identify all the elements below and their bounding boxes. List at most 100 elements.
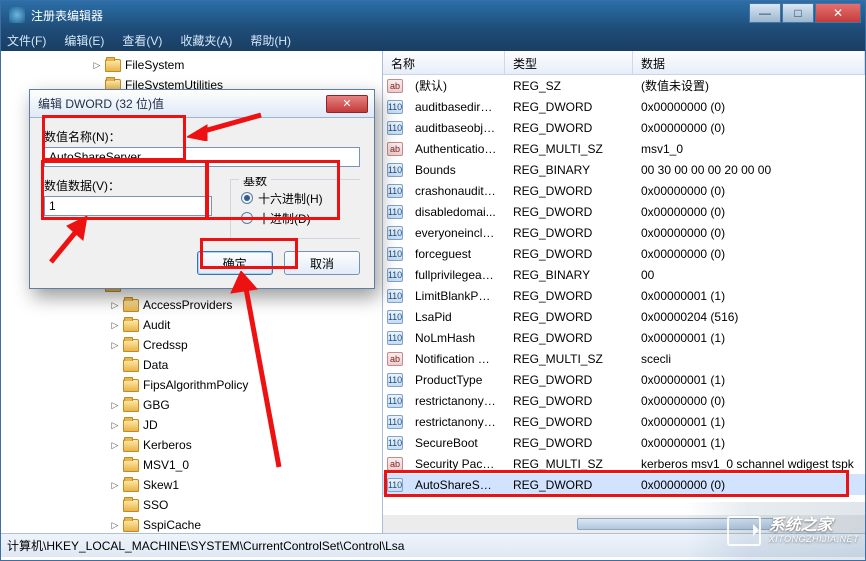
statusbar-path: 计算机\HKEY_LOCAL_MACHINE\SYSTEM\CurrentCon… xyxy=(7,537,404,554)
value-row[interactable]: 110restrictanonym...REG_DWORD0x00000000 … xyxy=(383,390,865,411)
watermark-text: 系统之家 XITONGZHIJIA.NET xyxy=(769,517,859,544)
value-data: 0x00000000 (0) xyxy=(633,247,865,261)
value-row[interactable]: 110fullprivilegeau...REG_BINARY00 xyxy=(383,264,865,285)
value-name: Security Packa... xyxy=(407,457,505,471)
tree-item[interactable]: ▷Credssp xyxy=(1,335,382,355)
value-type: REG_DWORD xyxy=(505,310,633,324)
radio-hex-label: 十六进制(H) xyxy=(258,190,323,207)
tree-expander-icon[interactable]: ▷ xyxy=(109,299,121,311)
dword-value-icon: 110 xyxy=(387,373,403,387)
value-row[interactable]: abSecurity Packa...REG_MULTI_SZkerberos … xyxy=(383,453,865,474)
tree-item[interactable]: MSV1_0 xyxy=(1,455,382,475)
value-row[interactable]: 110crashonauditfailREG_DWORD0x00000000 (… xyxy=(383,180,865,201)
col-type[interactable]: 类型 xyxy=(505,51,633,74)
dword-value-icon: 110 xyxy=(387,247,403,261)
values-header[interactable]: 名称 类型 数据 xyxy=(383,51,865,75)
dword-value-icon: 110 xyxy=(387,226,403,240)
value-data-field[interactable] xyxy=(44,196,212,216)
dword-value-icon: 110 xyxy=(387,415,403,429)
value-data: kerberos msv1_0 schannel wdigest tspk xyxy=(633,457,865,471)
value-name: restrictanonym... xyxy=(407,415,505,429)
value-row[interactable]: 110NoLmHashREG_DWORD0x00000001 (1) xyxy=(383,327,865,348)
cancel-button[interactable]: 取消 xyxy=(284,251,360,275)
value-row[interactable]: 110auditbaseobje...REG_DWORD0x00000000 (… xyxy=(383,117,865,138)
minimize-button[interactable]: — xyxy=(749,3,781,23)
titlebar[interactable]: 注册表编辑器 — □ ✕ xyxy=(1,1,865,29)
maximize-button[interactable]: □ xyxy=(782,3,814,23)
tree-expander-icon[interactable]: ▷ xyxy=(109,319,121,331)
value-row[interactable]: 110restrictanonym...REG_DWORD0x00000001 … xyxy=(383,411,865,432)
tree-item[interactable]: ▷FileSystem xyxy=(1,55,382,75)
tree-item[interactable]: FipsAlgorithmPolicy xyxy=(1,375,382,395)
folder-icon xyxy=(123,519,139,532)
values-pane: 名称 类型 数据 ab(默认)REG_SZ(数值未设置)110auditbase… xyxy=(383,51,865,533)
tree-expander-icon[interactable]: ▷ xyxy=(109,519,121,531)
tree-item[interactable]: ▷ JD xyxy=(1,415,382,435)
tree-item-label: SspiCache xyxy=(143,518,201,532)
value-row[interactable]: 110auditbasedirec...REG_DWORD0x00000000 … xyxy=(383,96,865,117)
value-row[interactable]: 110ProductTypeREG_DWORD0x00000001 (1) xyxy=(383,369,865,390)
value-data: 00 xyxy=(633,268,865,282)
value-row[interactable]: ab(默认)REG_SZ(数值未设置) xyxy=(383,75,865,96)
tree-item[interactable]: ▷GBG xyxy=(1,395,382,415)
radio-dec-dot xyxy=(241,212,253,224)
tree-expander-icon[interactable] xyxy=(109,379,121,391)
tree-item-label: Data xyxy=(143,358,168,372)
tree-item-label: JD xyxy=(143,418,158,432)
value-row[interactable]: 110SecureBootREG_DWORD0x00000001 (1) xyxy=(383,432,865,453)
dialog-close-button[interactable]: ✕ xyxy=(326,95,368,113)
tree-item[interactable]: ▷Skew1 xyxy=(1,475,382,495)
menu-help[interactable]: 帮助(H) xyxy=(250,32,291,49)
values-list[interactable]: ab(默认)REG_SZ(数值未设置)110auditbasedirec...R… xyxy=(383,75,865,515)
tree-expander-icon[interactable] xyxy=(109,459,121,471)
tree-expander-icon[interactable] xyxy=(109,359,121,371)
value-row[interactable]: 110BoundsREG_BINARY00 30 00 00 00 20 00 … xyxy=(383,159,865,180)
value-row[interactable]: abNotification Pa...REG_MULTI_SZscecli xyxy=(383,348,865,369)
tree-expander-icon[interactable] xyxy=(109,499,121,511)
value-name-field[interactable] xyxy=(44,147,360,167)
value-data: 0x00000000 (0) xyxy=(633,100,865,114)
tree-expander-icon[interactable]: ▷ xyxy=(91,59,103,71)
value-row[interactable]: 110everyoneinclud...REG_DWORD0x00000000 … xyxy=(383,222,865,243)
radio-hex[interactable]: 十六进制(H) xyxy=(241,188,351,208)
close-button[interactable]: ✕ xyxy=(815,3,861,23)
value-name: Authentication ... xyxy=(407,142,505,156)
value-name: SecureBoot xyxy=(407,436,505,450)
tree-item[interactable]: SSO xyxy=(1,495,382,515)
folder-icon xyxy=(105,59,121,72)
value-row[interactable]: 110LimitBlankPass...REG_DWORD0x00000001 … xyxy=(383,285,865,306)
string-value-icon: ab xyxy=(387,352,403,366)
value-name: fullprivilegeau... xyxy=(407,268,505,282)
value-type: REG_DWORD xyxy=(505,100,633,114)
value-row[interactable]: abAuthentication ...REG_MULTI_SZmsv1_0 xyxy=(383,138,865,159)
watermark-icon xyxy=(727,516,761,546)
radio-dec[interactable]: 十进制(D) xyxy=(241,208,351,228)
tree-item[interactable]: Data xyxy=(1,355,382,375)
menu-view[interactable]: 查看(V) xyxy=(122,32,162,49)
tree-item[interactable]: ▷ Audit xyxy=(1,315,382,335)
tree-expander-icon[interactable]: ▷ xyxy=(109,479,121,491)
tree-expander-icon[interactable]: ▷ xyxy=(109,419,121,431)
dialog-titlebar[interactable]: 编辑 DWORD (32 位)值 ✕ xyxy=(30,90,374,118)
folder-icon xyxy=(123,359,139,372)
col-data[interactable]: 数据 xyxy=(633,51,865,74)
tree-item[interactable]: ▷ SspiCache xyxy=(1,515,382,533)
ok-button[interactable]: 确定 xyxy=(197,251,273,275)
col-name[interactable]: 名称 xyxy=(383,51,505,74)
menu-file[interactable]: 文件(F) xyxy=(7,32,46,49)
tree-expander-icon[interactable]: ▷ xyxy=(109,339,121,351)
tree-item[interactable]: ▷Kerberos xyxy=(1,435,382,455)
tree-item[interactable]: ▷AccessProviders xyxy=(1,295,382,315)
menu-favorites[interactable]: 收藏夹(A) xyxy=(180,32,232,49)
value-data: msv1_0 xyxy=(633,142,865,156)
tree-item-label: Audit xyxy=(143,318,170,332)
tree-expander-icon[interactable]: ▷ xyxy=(109,399,121,411)
value-row[interactable]: 110AutoShareServ...REG_DWORD0x00000000 (… xyxy=(383,474,865,495)
value-row[interactable]: 110LsaPidREG_DWORD0x00000204 (516) xyxy=(383,306,865,327)
value-row[interactable]: 110forceguestREG_DWORD0x00000000 (0) xyxy=(383,243,865,264)
value-row[interactable]: 110disabledomai...REG_DWORD0x00000000 (0… xyxy=(383,201,865,222)
tree-expander-icon[interactable]: ▷ xyxy=(109,439,121,451)
value-type: REG_DWORD xyxy=(505,184,633,198)
value-data: 0x00000001 (1) xyxy=(633,415,865,429)
menu-edit[interactable]: 编辑(E) xyxy=(64,32,104,49)
